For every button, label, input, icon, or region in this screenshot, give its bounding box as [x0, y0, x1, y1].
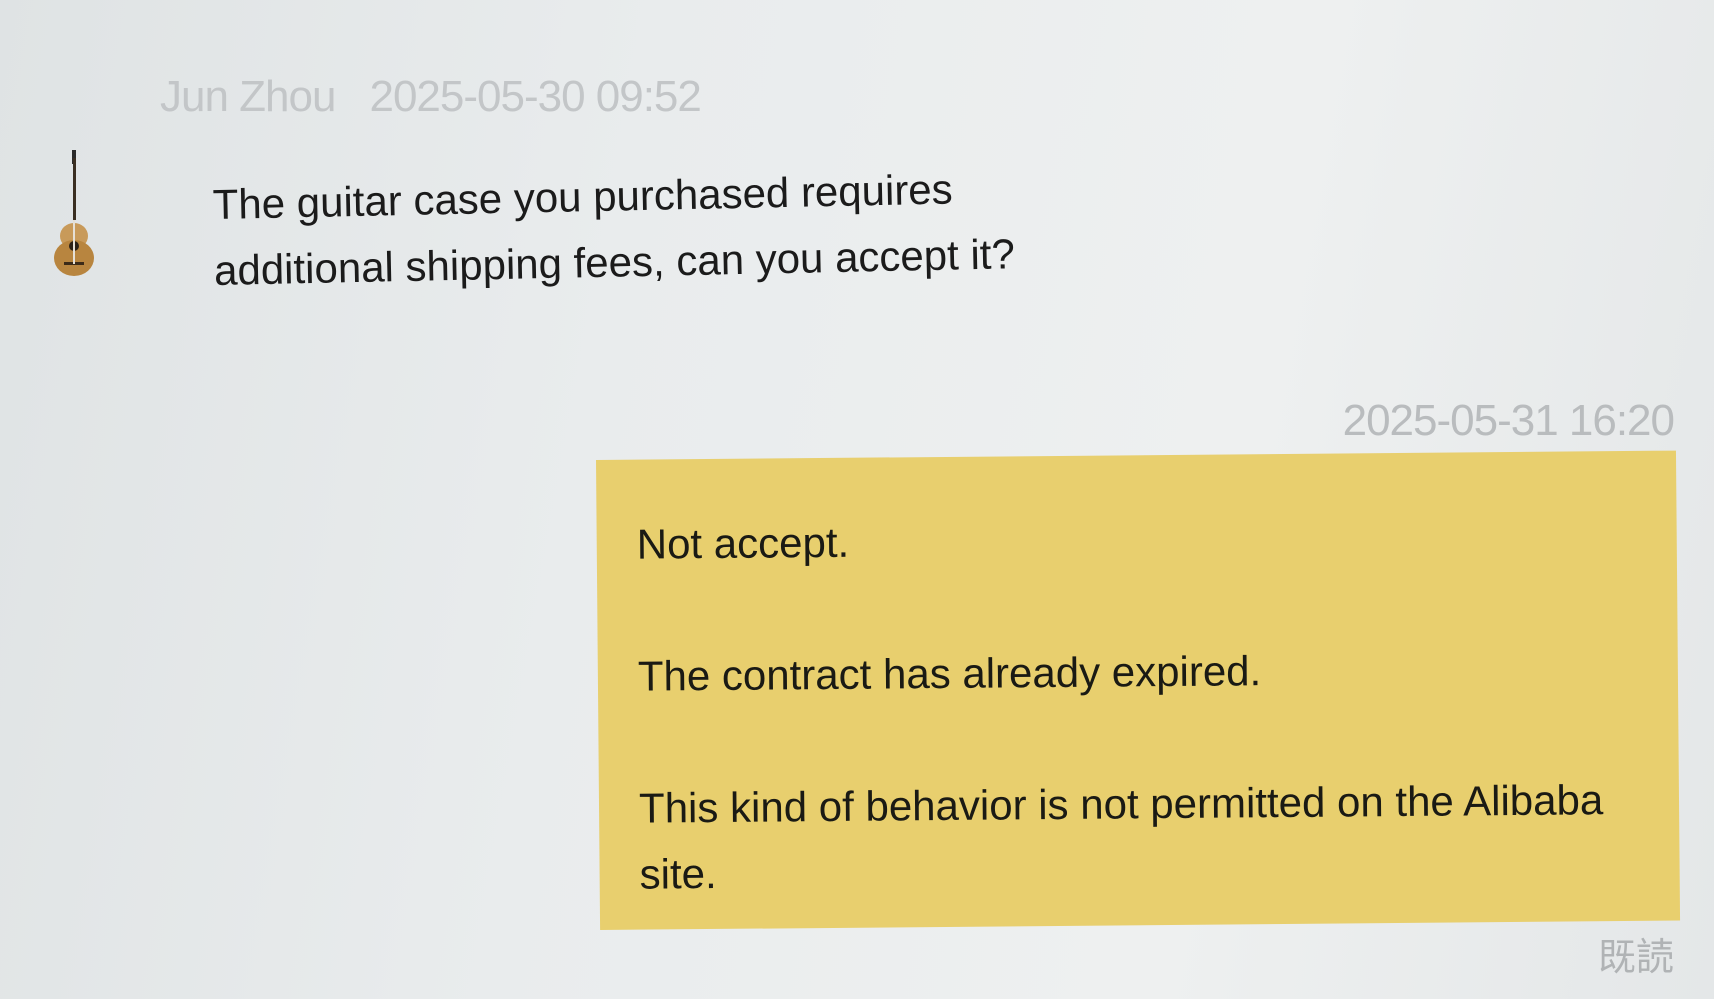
incoming-message-header: Jun Zhou 2025-05-30 09:52 — [160, 72, 702, 122]
chat-thread: Jun Zhou 2025-05-30 09:52 The guitar case… — [0, 0, 1714, 999]
outgoing-message-paragraph: The contract has already expired. — [637, 647, 1262, 700]
incoming-timestamp: 2025-05-30 09:52 — [369, 72, 701, 121]
guitar-icon — [54, 150, 94, 276]
outgoing-timestamp: 2025-05-31 16:20 — [1342, 396, 1675, 445]
outgoing-message-paragraph: This kind of behavior is not permitted o… — [638, 776, 1604, 898]
outgoing-message-bubble[interactable]: Not accept. The contract has already exp… — [596, 450, 1681, 930]
outgoing-message-paragraph: Not accept. — [636, 518, 850, 568]
sender-name[interactable]: Jun Zhou — [160, 72, 336, 121]
avatar[interactable] — [52, 150, 112, 280]
incoming-message-text: The guitar case you purchased requires a… — [212, 151, 1215, 304]
read-status: 既読 — [1597, 937, 1674, 979]
